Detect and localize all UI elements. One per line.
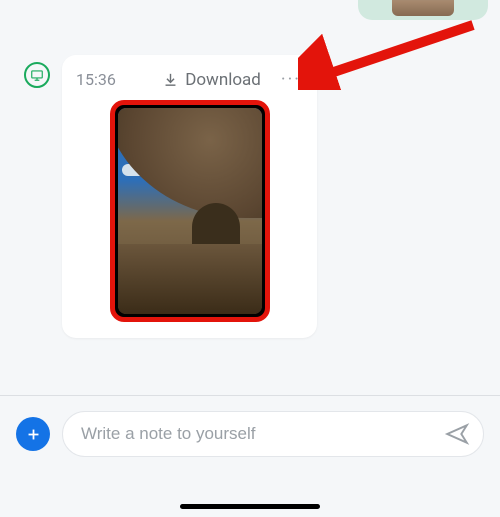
plus-icon bbox=[25, 426, 42, 443]
note-input[interactable] bbox=[81, 424, 443, 444]
previous-message-bubble[interactable] bbox=[358, 0, 488, 20]
send-icon bbox=[444, 421, 470, 447]
desktop-icon bbox=[30, 68, 44, 82]
message-image[interactable] bbox=[118, 108, 262, 314]
add-attachment-button[interactable] bbox=[16, 417, 50, 451]
image-decoration bbox=[118, 108, 262, 218]
more-options-button[interactable]: ··· bbox=[279, 69, 303, 90]
send-button[interactable] bbox=[443, 420, 471, 448]
composer-divider bbox=[0, 395, 500, 396]
source-device-badge bbox=[24, 62, 50, 88]
image-decoration bbox=[118, 244, 262, 314]
previous-image-thumbnail bbox=[392, 0, 454, 16]
composer-bar bbox=[0, 408, 500, 460]
download-button[interactable]: Download bbox=[162, 70, 261, 90]
message-timestamp: 15:36 bbox=[76, 70, 116, 89]
download-icon bbox=[162, 71, 179, 88]
image-highlight-frame bbox=[110, 100, 270, 322]
message-header: 15:36 Download ··· bbox=[76, 69, 303, 90]
home-indicator[interactable] bbox=[180, 504, 320, 509]
chat-area: 15:36 Download ··· bbox=[0, 0, 500, 390]
note-input-container bbox=[62, 411, 484, 457]
message-card: 15:36 Download ··· bbox=[62, 55, 317, 338]
annotation-arrow bbox=[298, 20, 478, 90]
download-label: Download bbox=[185, 70, 261, 90]
